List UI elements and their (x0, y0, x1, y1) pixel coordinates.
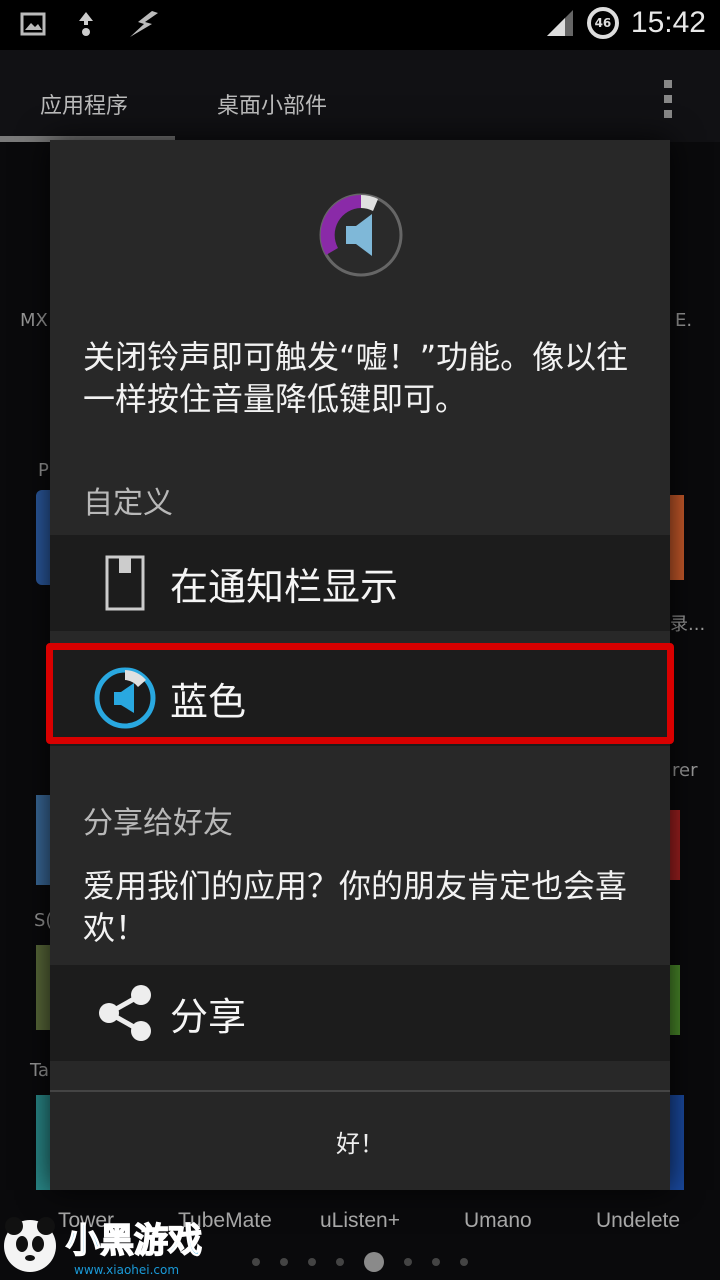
share-icon (90, 978, 160, 1048)
watermark-url: www.xiaohei.com (74, 1263, 179, 1277)
app-label[interactable]: Undelete (596, 1209, 680, 1233)
app-logo-icon (319, 193, 403, 277)
ok-button[interactable]: 好！ (50, 1090, 670, 1190)
background-app-label: rer (672, 760, 698, 781)
signal-icon (546, 10, 573, 36)
share-button[interactable]: 分享 (50, 965, 670, 1061)
overflow-menu-icon[interactable] (664, 80, 672, 118)
ok-button-label: 好！ (336, 1129, 384, 1158)
background-app-label: Ta (30, 1060, 50, 1081)
status-bar: 46 15:42 (0, 0, 720, 50)
clock: 15:42 (630, 6, 706, 39)
watermark-text: 小黑游戏 (66, 1221, 202, 1261)
share-description: 爱用我们的应用？你的朋友肯定也会喜欢！ (83, 867, 628, 947)
background-app-tile (36, 795, 50, 885)
share-label: 分享 (170, 994, 247, 1039)
background-app-tile (670, 810, 680, 880)
data-transfer-icon (79, 12, 93, 36)
tab-apps[interactable]: 应用程序 (40, 88, 128, 120)
background-app-tile (36, 945, 50, 1030)
option-show-in-notification[interactable]: 在通知栏显示 (50, 535, 670, 631)
background-app-label: MX (20, 310, 48, 331)
background-app-tile (670, 965, 680, 1035)
background-app-label: E. (675, 310, 693, 331)
share-section-title: 分享给好友 (83, 806, 233, 841)
app-label[interactable]: Umano (464, 1209, 532, 1233)
intro-text: 关闭铃声即可触发“嘘！”功能。像以往一样按住音量降低键即可。 (83, 338, 629, 418)
background-app-tile (670, 495, 684, 580)
custom-section-title: 自定义 (83, 486, 173, 521)
battery-indicator: 46 (586, 7, 619, 39)
app-label[interactable]: uListen+ (320, 1209, 400, 1233)
notification-icon (90, 548, 160, 618)
image-icon (20, 12, 46, 36)
background-app-tile (36, 490, 50, 585)
launcher-tab-bar: 应用程序 桌面小部件 (0, 50, 720, 142)
background-app-tile (670, 1095, 684, 1190)
tab-widgets[interactable]: 桌面小部件 (217, 88, 327, 120)
background-app-tile (36, 1095, 50, 1190)
background-app-label: 录... (670, 614, 706, 635)
battery-level: 46 (594, 16, 612, 30)
option-label: 在通知栏显示 (170, 564, 399, 609)
highlight-annotation (46, 643, 674, 744)
background-app-label: P (38, 460, 49, 481)
flash-icon (130, 11, 158, 37)
watermark-logo: 小黑游戏 www.xiaohei.com (4, 1217, 203, 1277)
